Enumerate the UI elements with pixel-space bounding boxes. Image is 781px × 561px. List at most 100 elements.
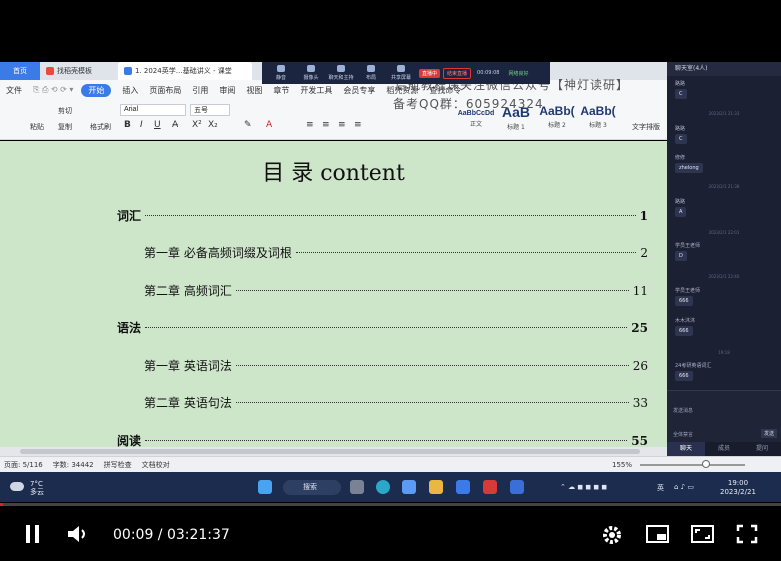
camera-label: 摄像头 — [303, 75, 319, 81]
scroll-thumb[interactable] — [20, 449, 640, 454]
chat-timestamp: 2023/2/1 21:38 — [708, 184, 740, 189]
chat-sender: 24考研英语词汇 — [675, 363, 712, 369]
paste-button[interactable]: 粘贴 — [30, 122, 44, 132]
mute-button[interactable]: 静音 — [266, 62, 296, 84]
task-view-icon[interactable] — [350, 480, 364, 494]
meeting-toolbar: 静音 摄像头 聊天和主持 布局 共享屏幕 直播中 结束直播 00:09:08 网… — [262, 62, 550, 84]
strikethrough-button[interactable]: A̶ — [172, 120, 178, 130]
doc-proof[interactable]: 文档校对 — [142, 460, 170, 470]
toc-entry-page: 55 — [631, 434, 648, 447]
tab-template[interactable]: 找稻壳模板 — [40, 62, 118, 80]
menu-item[interactable]: 引用 — [192, 85, 208, 96]
taskbar-search[interactable]: 搜索 — [283, 480, 341, 495]
volume-icon[interactable] — [66, 524, 90, 547]
chat-input-hint[interactable]: 发送消息 — [673, 407, 693, 414]
edge-browser-icon[interactable] — [376, 480, 390, 494]
document-page[interactable]: 目 录 content 词汇 1 第一章 必备高频词缀及词根 2 第二章 高频词汇 11 语… — [0, 141, 667, 447]
horizontal-scrollbar[interactable] — [0, 447, 667, 456]
highlight-icon[interactable]: ✎ — [244, 120, 252, 130]
underline-button[interactable]: U — [154, 120, 161, 130]
justify-icon[interactable]: ≡ — [354, 120, 362, 130]
app-icon[interactable] — [456, 480, 470, 494]
file-explorer-icon[interactable] — [429, 480, 443, 494]
settings-gear-icon[interactable] — [601, 524, 623, 549]
font-color-icon[interactable]: A — [266, 120, 272, 130]
align-center-icon[interactable]: ≡ — [322, 120, 330, 130]
share-screen-button[interactable]: 共享屏幕 — [386, 62, 416, 84]
tab-home[interactable]: 首页 — [0, 62, 40, 80]
tab-chat[interactable]: 聊天 — [667, 442, 705, 456]
theater-mode-icon[interactable] — [691, 524, 715, 547]
quick-access-icons[interactable]: ⎘ ⎙ ⟲ ⟳ ▾ — [33, 85, 73, 95]
toc-leader-dots — [235, 402, 629, 403]
app-icon-p[interactable] — [510, 480, 524, 494]
camera-button[interactable]: 摄像头 — [296, 62, 326, 84]
wps-icon[interactable] — [483, 480, 497, 494]
toc-entry[interactable]: 第一章 英语词法 26 — [144, 357, 648, 374]
toc-entry[interactable]: 第二章 高频词汇 11 — [144, 282, 648, 299]
subscript-icon[interactable]: X₂ — [208, 120, 218, 130]
chat-message: 路路 A — [675, 198, 687, 217]
copy-button[interactable]: 复制 — [58, 122, 72, 132]
end-live-button[interactable]: 结束直播 — [443, 67, 472, 79]
clock-time: 19:00 — [727, 479, 749, 487]
align-left-icon[interactable]: ≡ — [306, 120, 314, 130]
windows-start-icon[interactable] — [258, 480, 272, 494]
font-size-select[interactable]: 五号 — [190, 104, 230, 116]
chat-message: 学员王老师 D — [675, 242, 700, 261]
menu-item[interactable]: 审阅 — [219, 85, 235, 96]
chat-timestamp: 2023/2/1 22:01 — [708, 230, 740, 235]
pause-icon[interactable] — [24, 524, 42, 547]
tab-members[interactable]: 成员 — [705, 442, 743, 456]
mute-all-toggle[interactable]: 全体禁言 — [673, 431, 693, 438]
menu-item[interactable]: 文件 — [6, 85, 22, 96]
weather-widget[interactable]: 7°C 多云 — [10, 480, 44, 496]
toc-entry[interactable]: 第二章 英语句法 33 — [144, 394, 648, 411]
menu-item[interactable]: 页面布局 — [149, 85, 181, 96]
cut-button[interactable]: 剪切 — [58, 106, 72, 116]
menu-item[interactable]: 插入 — [122, 85, 138, 96]
menu-item[interactable]: 章节 — [273, 85, 289, 96]
toc-entry[interactable]: 阅读 55 — [117, 432, 648, 447]
layout-button[interactable]: 布局 — [356, 62, 386, 84]
tab-template-label: 找稻壳模板 — [57, 67, 92, 75]
system-tray-icons[interactable]: ⌂ ♪ ▭ — [674, 483, 694, 491]
text-layout-button[interactable]: 文字排版 — [632, 122, 660, 132]
tray-icons[interactable]: ⌃ ☁ ◼ ◼ ◼ ◼ — [560, 483, 607, 491]
toc-entry[interactable]: 语法 25 — [117, 319, 648, 336]
menu-item[interactable]: 视图 — [246, 85, 262, 96]
format-painter-button[interactable]: 格式刷 — [90, 122, 111, 132]
menu-item-start[interactable]: 开始 — [81, 83, 112, 97]
superscript-icon[interactable]: X² — [192, 120, 202, 130]
style-heading-3[interactable]: AaBb( 标题 3 — [578, 104, 618, 134]
zoom-slider-knob[interactable] — [702, 460, 710, 468]
share-label: 共享屏幕 — [390, 75, 411, 81]
tab-document[interactable]: 1. 2024英学…基础讲义 - 课堂 — [118, 62, 252, 80]
word-count[interactable]: 字数: 34442 — [53, 460, 94, 470]
chat-sender: 修修 — [675, 155, 686, 161]
zoom-slider[interactable] — [640, 464, 745, 466]
cloud-app-icon[interactable] — [402, 480, 416, 494]
menu-item[interactable]: 会员专享 — [343, 85, 375, 96]
font-name-select[interactable]: Arial — [120, 104, 186, 116]
fullscreen-icon[interactable] — [736, 524, 758, 547]
page-count[interactable]: 页面: 5/116 — [4, 460, 43, 470]
send-button[interactable]: 发送 — [760, 429, 777, 438]
spell-check[interactable]: 拼写检查 — [104, 460, 132, 470]
menu-item[interactable]: 开发工具 — [300, 85, 332, 96]
toc-entry[interactable]: 词汇 1 — [117, 207, 648, 224]
align-right-icon[interactable]: ≡ — [338, 120, 346, 130]
chat-host-button[interactable]: 聊天和主持 — [326, 62, 356, 84]
video-progress-bar[interactable] — [0, 503, 781, 506]
chat-input-area[interactable]: 发送消息 全体禁言 发送 — [667, 390, 781, 442]
miniplayer-icon[interactable] — [646, 524, 670, 547]
italic-button[interactable]: I — [140, 120, 143, 130]
tool-row: 粘贴 剪切 复制 格式刷 Arial 五号 B I U A̶ X² X₂ ✎ A… — [0, 102, 667, 140]
tab-questions[interactable]: 提问 — [743, 442, 781, 456]
toc-entry[interactable]: 第一章 必备高频词缀及词根 2 — [144, 244, 648, 261]
taskbar-clock[interactable]: 19:00 2023/2/21 — [720, 479, 756, 497]
bold-button[interactable]: B — [124, 120, 131, 130]
zoom-level[interactable]: 155% — [612, 461, 632, 469]
ime-indicator[interactable]: 英 — [657, 483, 664, 493]
chat-message: 学员王老师 666 — [675, 287, 700, 306]
